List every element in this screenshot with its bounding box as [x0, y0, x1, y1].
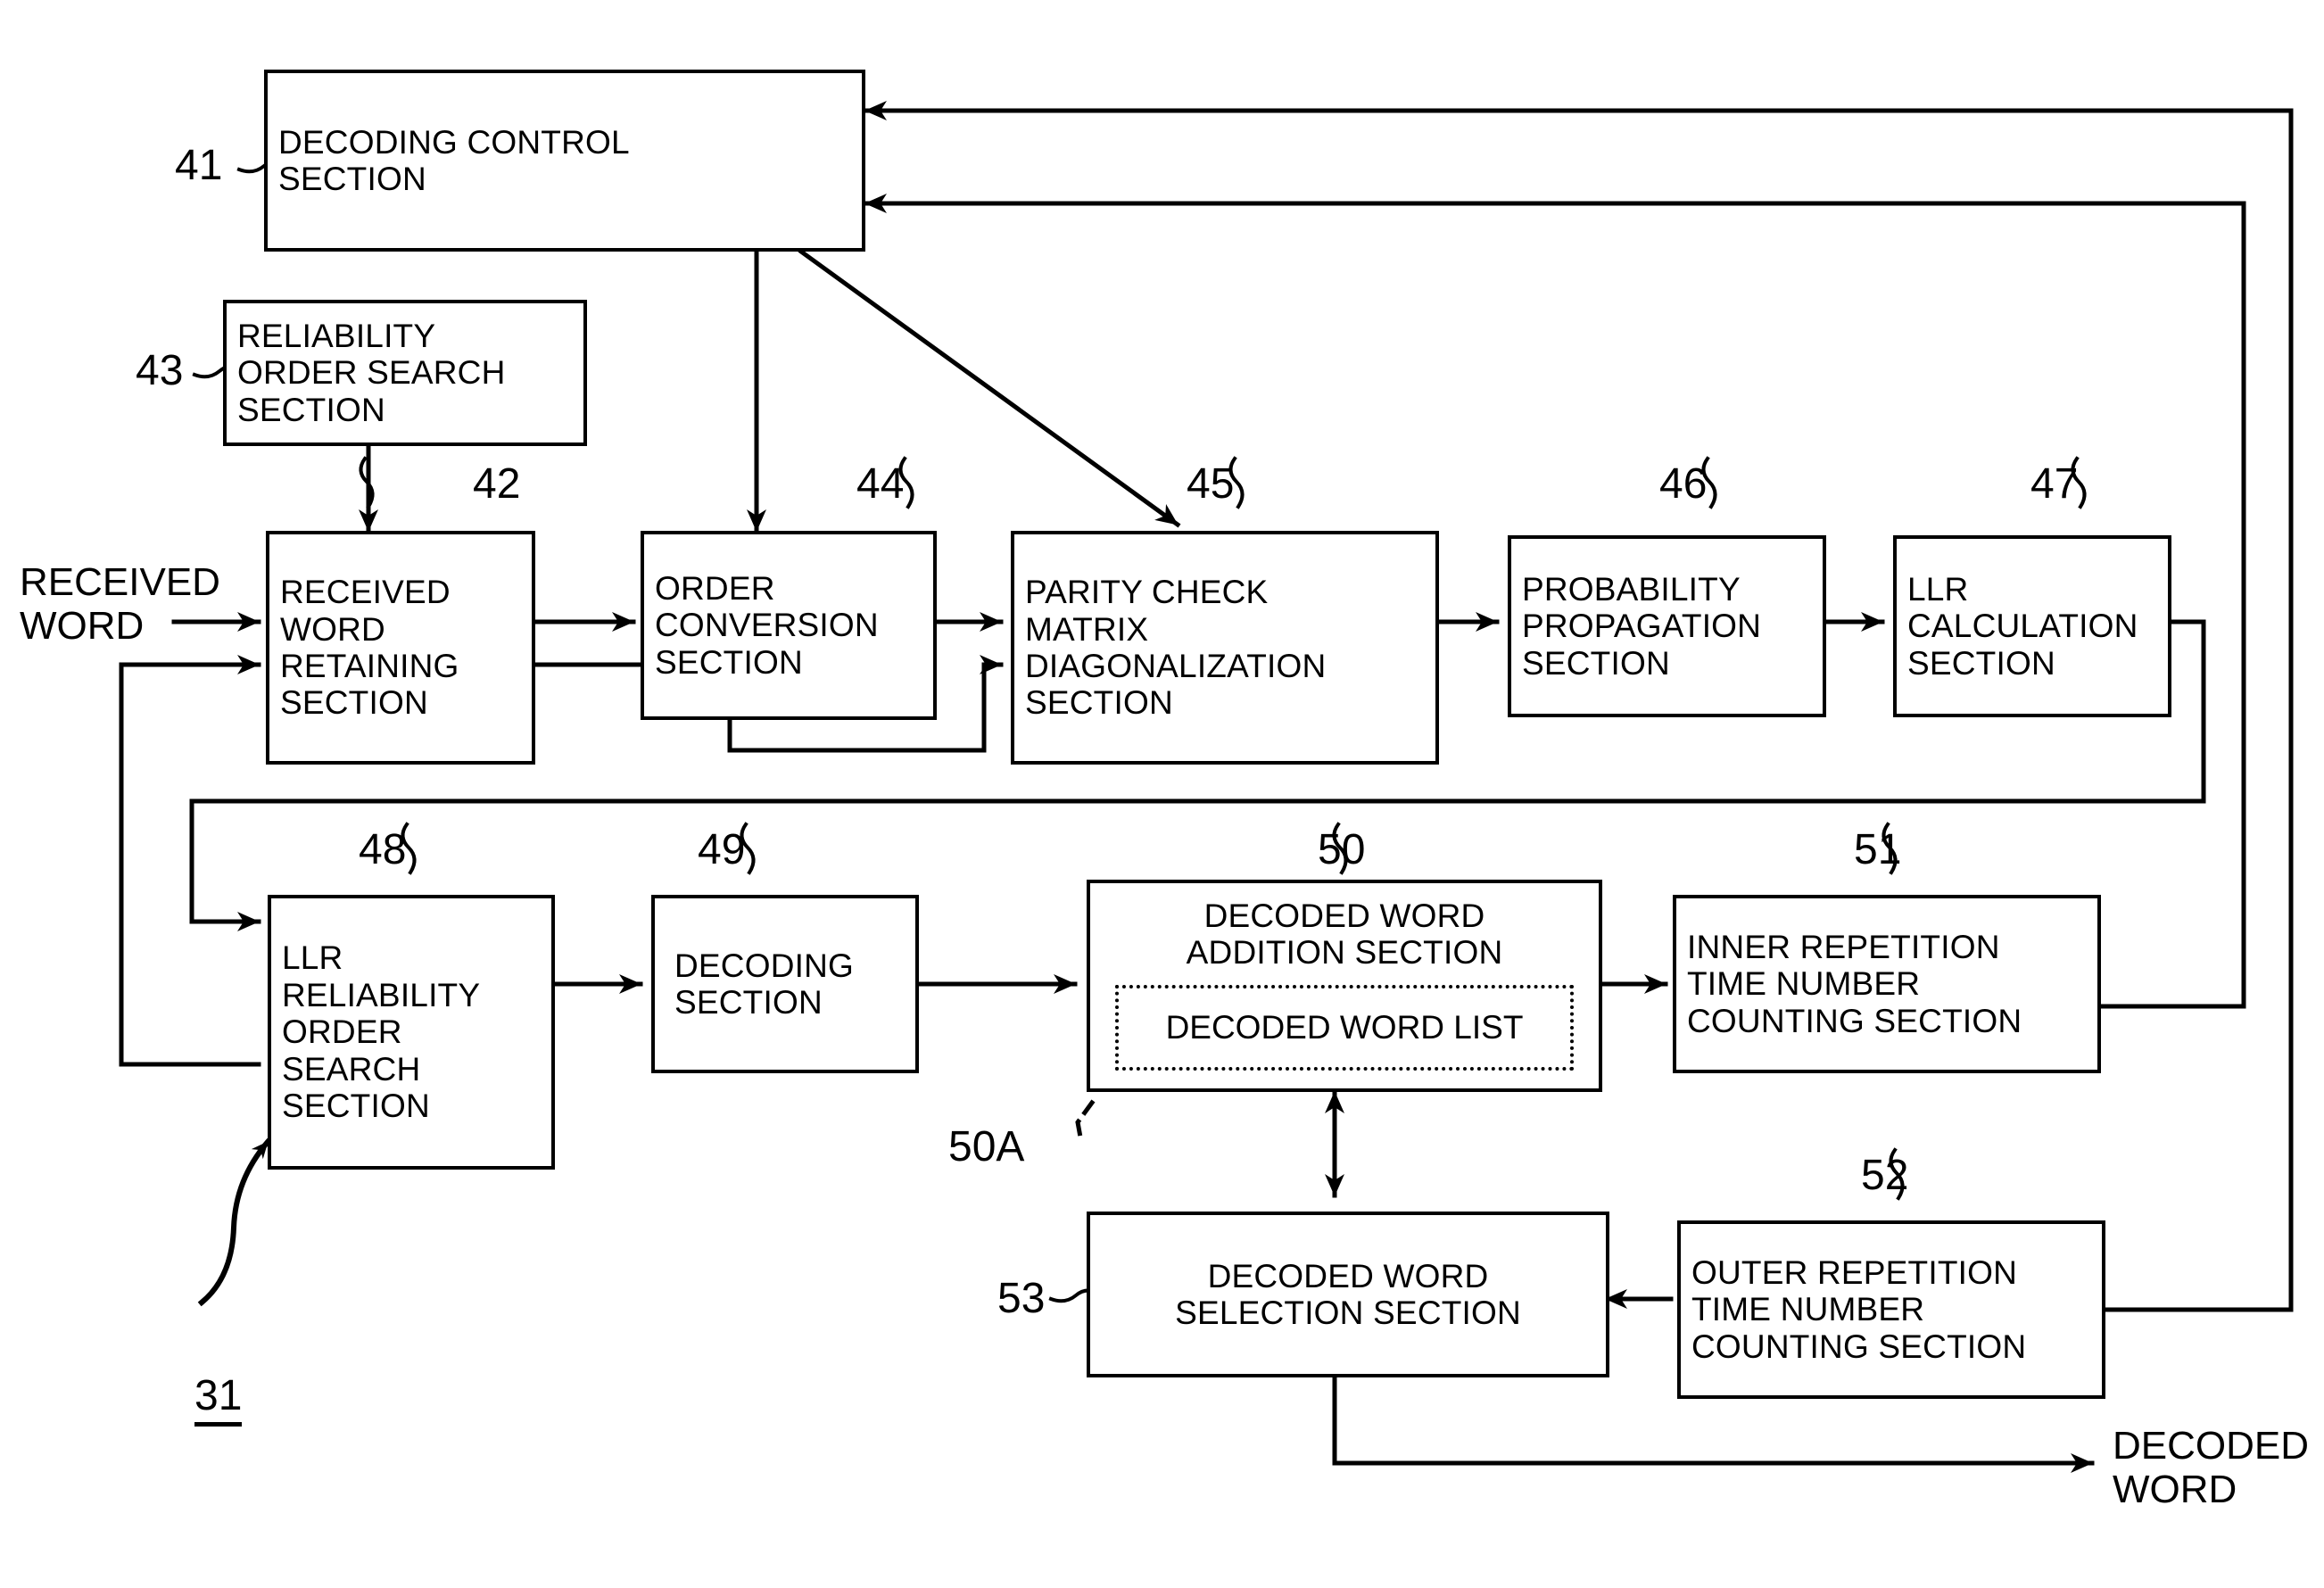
inner-repetition-time-number-counting-section[interactable]: INNER REPETITION TIME NUMBER COUNTING SE… [1673, 895, 2101, 1073]
ref-49: 49 [698, 826, 746, 873]
decoding-section[interactable]: DECODING SECTION [651, 895, 919, 1073]
ref-41: 41 [175, 142, 223, 189]
figure-canvas: DECODING CONTROL SECTION 41 RELIABILITY … [0, 0, 2324, 1588]
decoding-control-section-label: DECODING CONTROL SECTION [278, 123, 630, 197]
decoded-word-list-label: DECODED WORD LIST [1165, 1009, 1524, 1046]
decoded-word-list[interactable]: DECODED WORD LIST [1115, 985, 1574, 1071]
received-word-input-label: RECEIVED WORD [20, 560, 220, 649]
order-conversion-section-label: ORDER CONVERSION SECTION [655, 569, 879, 681]
ref-42: 42 [473, 460, 521, 508]
ref-44: 44 [856, 460, 905, 508]
llr-reliability-order-search-section-label: LLR RELIABILITY ORDER SEARCH SECTION [282, 939, 481, 1125]
decoded-word-output-label: DECODED WORD [2113, 1424, 2310, 1512]
decoded-word-selection-section[interactable]: DECODED WORD SELECTION SECTION [1087, 1212, 1609, 1377]
ref-52: 52 [1861, 1152, 1909, 1199]
probability-propagation-section-label: PROBABILITY PROPAGATION SECTION [1522, 570, 1762, 682]
llr-calculation-section-label: LLR CALCULATION SECTION [1907, 570, 2138, 682]
reliability-order-search-section-label: RELIABILITY ORDER SEARCH SECTION [237, 317, 506, 428]
decoded-word-addition-section-label: DECODED WORD ADDITION SECTION [1186, 897, 1503, 972]
figure-number: 31 [194, 1371, 243, 1427]
ref-46: 46 [1659, 460, 1708, 508]
decoding-control-section[interactable]: DECODING CONTROL SECTION [264, 70, 865, 252]
parity-check-matrix-diagonalization-section-label: PARITY CHECK MATRIX DIAGONALIZATION SECT… [1025, 574, 1327, 722]
ref-53: 53 [997, 1275, 1046, 1322]
inner-repetition-time-number-counting-section-label: INNER REPETITION TIME NUMBER COUNTING SE… [1687, 928, 2022, 1039]
probability-propagation-section[interactable]: PROBABILITY PROPAGATION SECTION [1508, 535, 1826, 717]
outer-repetition-time-number-counting-section-label: OUTER REPETITION TIME NUMBER COUNTING SE… [1691, 1253, 2027, 1365]
ref-50a: 50A [948, 1123, 1025, 1170]
outer-repetition-time-number-counting-section[interactable]: OUTER REPETITION TIME NUMBER COUNTING SE… [1677, 1220, 2105, 1399]
decoded-word-selection-section-label: DECODED WORD SELECTION SECTION [1175, 1257, 1521, 1331]
llr-reliability-order-search-section[interactable]: LLR RELIABILITY ORDER SEARCH SECTION [268, 895, 555, 1170]
ref-47: 47 [2030, 460, 2079, 508]
order-conversion-section[interactable]: ORDER CONVERSION SECTION [641, 531, 937, 720]
ref-45: 45 [1187, 460, 1235, 508]
ref-43: 43 [136, 347, 184, 394]
ref-48: 48 [359, 826, 407, 873]
decoding-section-label: DECODING SECTION [674, 947, 854, 1021]
llr-calculation-section[interactable]: LLR CALCULATION SECTION [1893, 535, 2171, 717]
reliability-order-search-section[interactable]: RELIABILITY ORDER SEARCH SECTION [223, 300, 587, 446]
ref-50: 50 [1318, 826, 1366, 873]
ref-51: 51 [1854, 826, 1902, 873]
received-word-retaining-section[interactable]: RECEIVED WORD RETAINING SECTION [266, 531, 535, 765]
parity-check-matrix-diagonalization-section[interactable]: PARITY CHECK MATRIX DIAGONALIZATION SECT… [1011, 531, 1439, 765]
received-word-retaining-section-label: RECEIVED WORD RETAINING SECTION [280, 574, 459, 722]
